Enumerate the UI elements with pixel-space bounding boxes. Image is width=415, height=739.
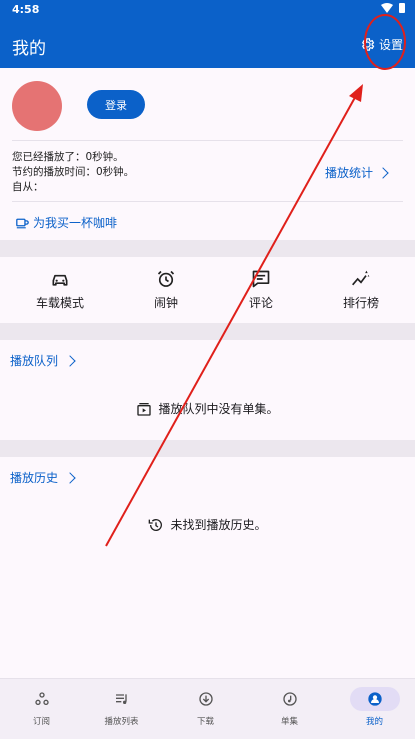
battery-icon [399, 3, 405, 13]
chevron-right-icon [64, 354, 76, 367]
profile-icon [367, 692, 382, 706]
gear-icon [361, 37, 375, 51]
section-separator [0, 240, 415, 257]
coffee-icon [16, 218, 29, 229]
car-mode-button[interactable]: 车载模式 [15, 269, 105, 311]
trending-icon [352, 270, 370, 286]
bottom-navigation: 订阅 播放列表 下载 单集 我的 [0, 678, 415, 739]
stats-since: 自从： [12, 181, 44, 193]
history-link[interactable]: 播放历史 [10, 469, 76, 486]
stats-played: 您已经播放了：0秒钟。 [12, 151, 124, 163]
queue-icon [137, 402, 152, 416]
quick-actions: 车载模式 闹钟 评论 排行榜 [0, 257, 415, 323]
playlist-icon [115, 694, 127, 704]
top-area: 4:58 我的 设置 [0, 0, 415, 68]
divider [12, 201, 403, 202]
episode-icon [282, 692, 297, 706]
queue-link[interactable]: 播放队列 [10, 352, 76, 369]
car-mode-label: 车载模式 [35, 296, 84, 310]
play-stats-label: 播放统计 [324, 166, 373, 180]
buy-coffee-link[interactable]: 为我买一杯咖啡 [16, 214, 117, 231]
play-stats-link[interactable]: 播放统计 [324, 164, 389, 181]
chevron-right-icon [377, 166, 389, 179]
buy-coffee-label: 为我买一杯咖啡 [33, 216, 118, 230]
settings-button[interactable]: 设置 [360, 33, 403, 55]
comment-label: 评论 [248, 296, 273, 310]
nav-profile[interactable]: 我的 [333, 687, 415, 727]
nav-subscriptions[interactable]: 订阅 [0, 687, 83, 727]
download-icon [198, 692, 213, 706]
section-separator [0, 440, 415, 457]
status-bar: 4:58 [0, 0, 415, 20]
login-button[interactable]: 登录 [87, 90, 145, 119]
subscriptions-icon [34, 692, 49, 705]
alarm-label: 闹钟 [153, 296, 178, 310]
nav-profile-label: 我的 [365, 717, 383, 727]
comment-button[interactable]: 评论 [216, 269, 306, 311]
alarm-button[interactable]: 闹钟 [121, 269, 211, 311]
status-time: 4:58 [12, 3, 40, 16]
nav-playlist-label: 播放列表 [104, 717, 139, 727]
page-title: 我的 [12, 39, 46, 59]
queue-empty-state: 播放队列中没有单集。 [0, 400, 415, 417]
avatar[interactable] [12, 81, 62, 131]
history-empty-state: 未找到播放历史。 [0, 516, 415, 533]
nav-subscriptions-label: 订阅 [32, 717, 50, 727]
nav-playlist[interactable]: 播放列表 [80, 687, 163, 727]
stats-saved: 节约的播放时间：0秒钟。 [12, 166, 135, 178]
queue-title: 播放队列 [10, 354, 59, 368]
leaderboard-button[interactable]: 排行榜 [316, 269, 406, 311]
alarm-icon [157, 270, 175, 287]
nav-downloads[interactable]: 下载 [164, 687, 247, 727]
nav-episodes[interactable]: 单集 [248, 687, 331, 727]
leaderboard-label: 排行榜 [342, 296, 379, 310]
settings-label: 设置 [378, 37, 403, 52]
section-separator [0, 323, 415, 340]
nav-downloads-label: 下载 [196, 717, 214, 727]
history-title: 播放历史 [10, 471, 59, 485]
wifi-icon [381, 3, 393, 13]
nav-episodes-label: 单集 [280, 717, 298, 727]
history-icon [149, 518, 163, 531]
car-icon [52, 274, 68, 286]
queue-empty-text: 播放队列中没有单集。 [158, 402, 279, 416]
status-icons [381, 3, 405, 13]
comment-icon [252, 270, 270, 288]
divider [12, 140, 403, 141]
profile-card: 登录 您已经播放了：0秒钟。 节约的播放时间：0秒钟。 自从： 播放统计 为我买… [0, 68, 415, 240]
chevron-right-icon [64, 471, 76, 484]
play-stats: 您已经播放了：0秒钟。 节约的播放时间：0秒钟。 自从： [12, 150, 134, 195]
history-empty-text: 未找到播放历史。 [170, 518, 267, 532]
